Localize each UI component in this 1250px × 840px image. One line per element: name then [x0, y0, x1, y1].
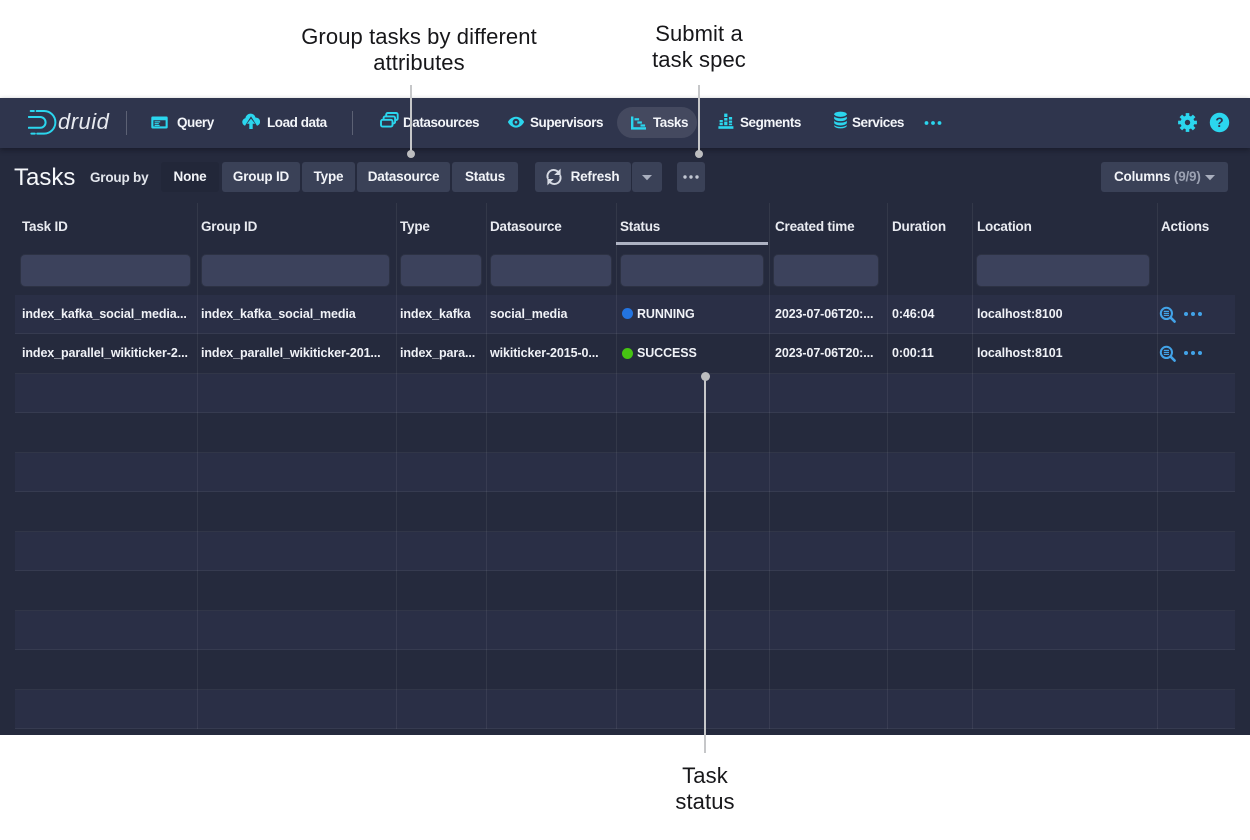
svg-text:?: ? — [1215, 115, 1223, 130]
